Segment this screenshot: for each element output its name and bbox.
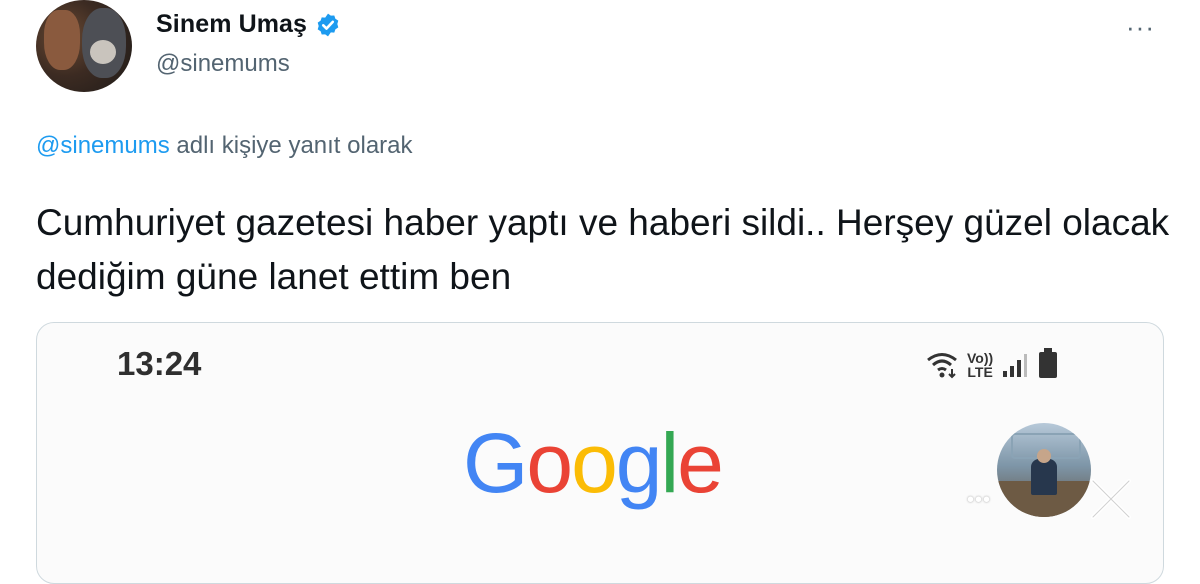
verified-badge-icon (317, 13, 339, 36)
author-name-row: Sinem Umaş (156, 10, 341, 39)
lte-indicator: Vo)) LTE (967, 351, 993, 379)
close-icon[interactable] (1085, 473, 1137, 525)
tweet-media[interactable]: 13:24 Vo)) LTE Google ••• (36, 322, 1164, 584)
volte-label: Vo)) (967, 350, 994, 366)
avatar-figure-left (44, 10, 80, 70)
more-options-icon[interactable]: ··· (1126, 12, 1155, 43)
avatar[interactable] (36, 0, 132, 92)
lte-label: LTE (967, 364, 993, 380)
tweet: Sinem Umaş @sinemums ··· @sinemums adlı … (0, 0, 1200, 584)
media-more-dots[interactable]: ••• (967, 489, 991, 512)
avatar-head (1037, 449, 1051, 463)
google-letter-1: G (463, 416, 528, 510)
google-letter-6: e (677, 416, 724, 510)
tweet-text: Cumhuriyet gazetesi haber yaptı ve haber… (36, 202, 1170, 297)
google-logo: Google (463, 415, 724, 512)
reply-mention-link[interactable]: @sinemums (36, 132, 170, 159)
avatar-person (1031, 459, 1057, 495)
author-display-name[interactable]: Sinem Umaş (156, 10, 307, 39)
reply-context-text: adlı kişiye yanıt olarak (169, 132, 413, 159)
signal-icon (1003, 354, 1028, 377)
google-letter-4: g (615, 416, 663, 510)
author-handle[interactable]: @sinemums (156, 50, 290, 78)
battery-icon (1039, 348, 1058, 378)
wifi-icon (927, 353, 957, 379)
phone-status-icons: Vo)) LTE (925, 347, 1059, 379)
google-letter-3: o (571, 416, 618, 510)
account-avatar[interactable] (997, 423, 1091, 517)
reply-context: @sinemums adlı kişiye yanıt olarak (36, 132, 413, 160)
phone-status-time: 13:24 (117, 345, 202, 382)
google-letter-2: o (526, 416, 573, 510)
google-letter-5: l (660, 416, 680, 510)
avatar-face (90, 40, 116, 64)
